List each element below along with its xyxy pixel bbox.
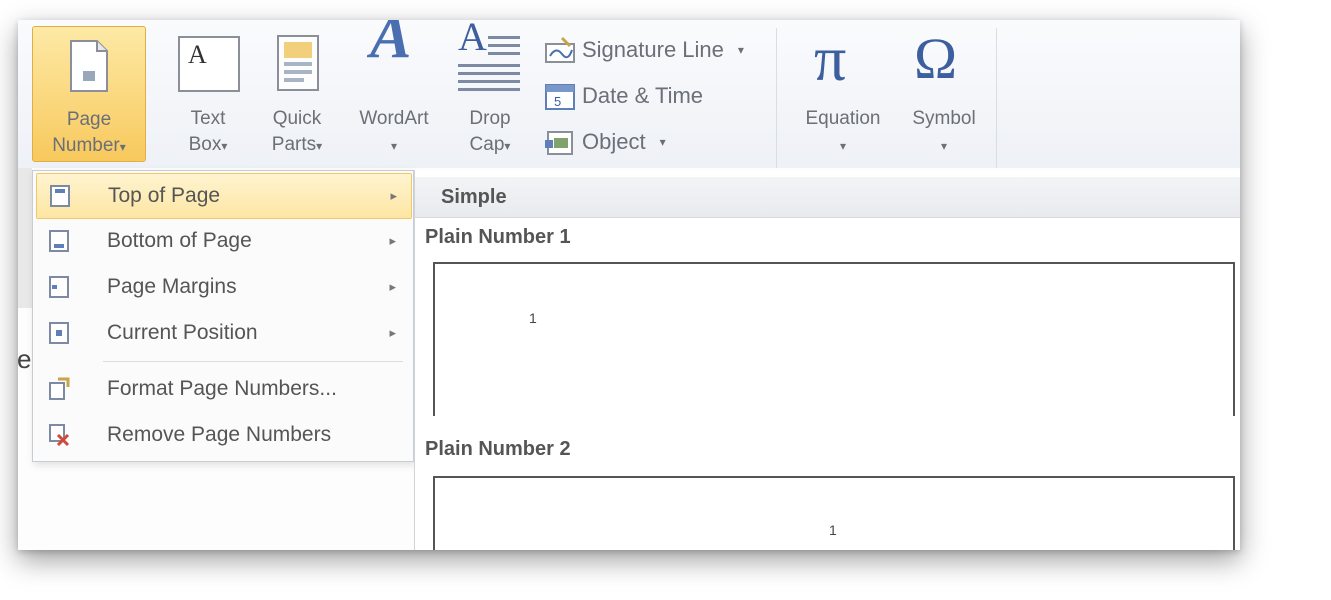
text-box-label-line2: Box — [188, 134, 222, 155]
chevron-down-icon: ▾ — [221, 139, 228, 153]
text-box-glyph: A — [188, 40, 207, 69]
menu-item-remove-page-numbers[interactable]: Remove Page Numbers — [36, 413, 410, 457]
format-page-numbers-icon — [49, 377, 70, 400]
date-time-label: Date & Time — [582, 83, 704, 108]
gallery-item-plain-number-1[interactable]: 1 — [433, 262, 1235, 416]
group-separator — [996, 28, 997, 168]
page-margins-icon — [49, 276, 69, 298]
equation-label: Equation — [805, 108, 881, 129]
menu-item-label: Current Position — [107, 321, 258, 344]
menu-item-label: Top of Page — [108, 184, 221, 207]
drop-cap-icon: A — [458, 20, 522, 96]
menu-separator — [103, 361, 403, 362]
page-number-label-line2: Number — [52, 135, 120, 156]
menu-item-bottom-of-page[interactable]: Bottom of Page ▸ — [36, 219, 410, 263]
equation-button[interactable]: π Equation ▾ — [788, 23, 898, 160]
menu-item-label: Page Margins — [107, 275, 237, 298]
drop-cap-button[interactable]: A Drop Cap▾ — [450, 20, 530, 160]
text-box-label-line1: Text — [190, 108, 226, 129]
word-window: Page Number▾ A Text Box▾ Quick Parts▾ A … — [18, 20, 1240, 550]
signature-icon — [545, 36, 575, 63]
page-number-gallery: Simple Plain Number 1 1 Plain Number 2 1 — [414, 170, 1240, 550]
page-number-button[interactable]: Page Number▾ — [32, 26, 146, 162]
drop-cap-glyph: A — [458, 20, 487, 59]
wordart-icon: A — [370, 20, 412, 71]
omega-icon: Ω — [914, 26, 958, 91]
quick-parts-label-line1: Quick — [272, 108, 322, 129]
svg-text:5: 5 — [554, 94, 561, 109]
top-of-page-icon — [50, 185, 70, 207]
symbol-label: Symbol — [912, 108, 976, 129]
chevron-down-icon: ▾ — [659, 135, 666, 149]
text-box-button[interactable]: A Text Box▾ — [168, 30, 248, 160]
signature-line-button[interactable]: Signature Line ▾ — [544, 34, 744, 66]
wordart-button[interactable]: A WordArt ▾ — [344, 20, 444, 160]
gallery-header: Simple — [415, 177, 1240, 218]
chevron-down-icon: ▾ — [839, 139, 847, 153]
submenu-arrow-icon: ▸ — [389, 279, 396, 294]
menu-item-top-of-page[interactable]: Top of Page ▸ — [36, 173, 412, 219]
document-edge — [18, 168, 32, 308]
menu-item-label: Format Page Numbers... — [107, 377, 337, 400]
bottom-of-page-icon — [49, 230, 69, 252]
page-number-preview: 1 — [829, 522, 837, 538]
chevron-down-icon: ▾ — [940, 139, 948, 153]
object-button[interactable]: Object ▾ — [544, 126, 666, 158]
menu-item-page-margins[interactable]: Page Margins ▸ — [36, 265, 410, 309]
symbol-button[interactable]: Ω Symbol ▾ — [902, 26, 986, 160]
menu-item-label: Remove Page Numbers — [107, 423, 332, 446]
object-label: Object — [582, 129, 646, 154]
pi-icon: π — [814, 23, 847, 94]
menu-item-current-position[interactable]: Current Position ▸ — [36, 311, 410, 355]
page-number-label-line1: Page — [66, 109, 112, 130]
calendar-icon: 5 — [545, 84, 575, 110]
gallery-item-title: Plain Number 1 — [425, 226, 571, 248]
submenu-arrow-icon: ▸ — [389, 325, 396, 340]
gallery-header-label: Simple — [441, 185, 507, 208]
document-text: e — [18, 344, 32, 374]
wordart-label: WordArt — [359, 108, 429, 129]
submenu-arrow-icon: ▸ — [390, 188, 397, 203]
text-box-icon: A — [178, 36, 240, 92]
chevron-down-icon: ▾ — [390, 139, 398, 153]
remove-page-numbers-icon — [49, 424, 70, 447]
quick-parts-icon — [277, 35, 319, 91]
page-number-icon — [70, 40, 108, 92]
object-icon — [545, 131, 573, 155]
date-time-button[interactable]: 5 Date & Time — [544, 80, 703, 112]
signature-line-label: Signature Line — [582, 37, 724, 62]
submenu-arrow-icon: ▸ — [389, 233, 396, 248]
page-number-preview: 1 — [529, 310, 537, 326]
group-separator — [776, 28, 777, 168]
drop-cap-label-line2: Cap — [469, 134, 505, 155]
gallery-item-plain-number-2[interactable]: 1 — [433, 476, 1235, 550]
menu-item-format-page-numbers[interactable]: Format Page Numbers... — [36, 367, 410, 411]
quick-parts-button[interactable]: Quick Parts▾ — [254, 30, 340, 160]
chevron-down-icon: ▾ — [737, 43, 744, 57]
chevron-down-icon: ▾ — [316, 139, 323, 153]
menu-item-label: Bottom of Page — [107, 229, 252, 252]
page-number-menu: Top of Page ▸ Bottom of Page ▸ Page Marg… — [32, 170, 414, 462]
gallery-item-title: Plain Number 2 — [425, 438, 571, 460]
chevron-down-icon: ▾ — [504, 139, 511, 153]
insert-ribbon: Page Number▾ A Text Box▾ Quick Parts▾ A … — [18, 20, 1240, 169]
current-position-icon — [49, 322, 69, 344]
quick-parts-label-line2: Parts — [271, 134, 317, 155]
drop-cap-label-line1: Drop — [469, 108, 511, 129]
chevron-down-icon: ▾ — [119, 140, 126, 154]
